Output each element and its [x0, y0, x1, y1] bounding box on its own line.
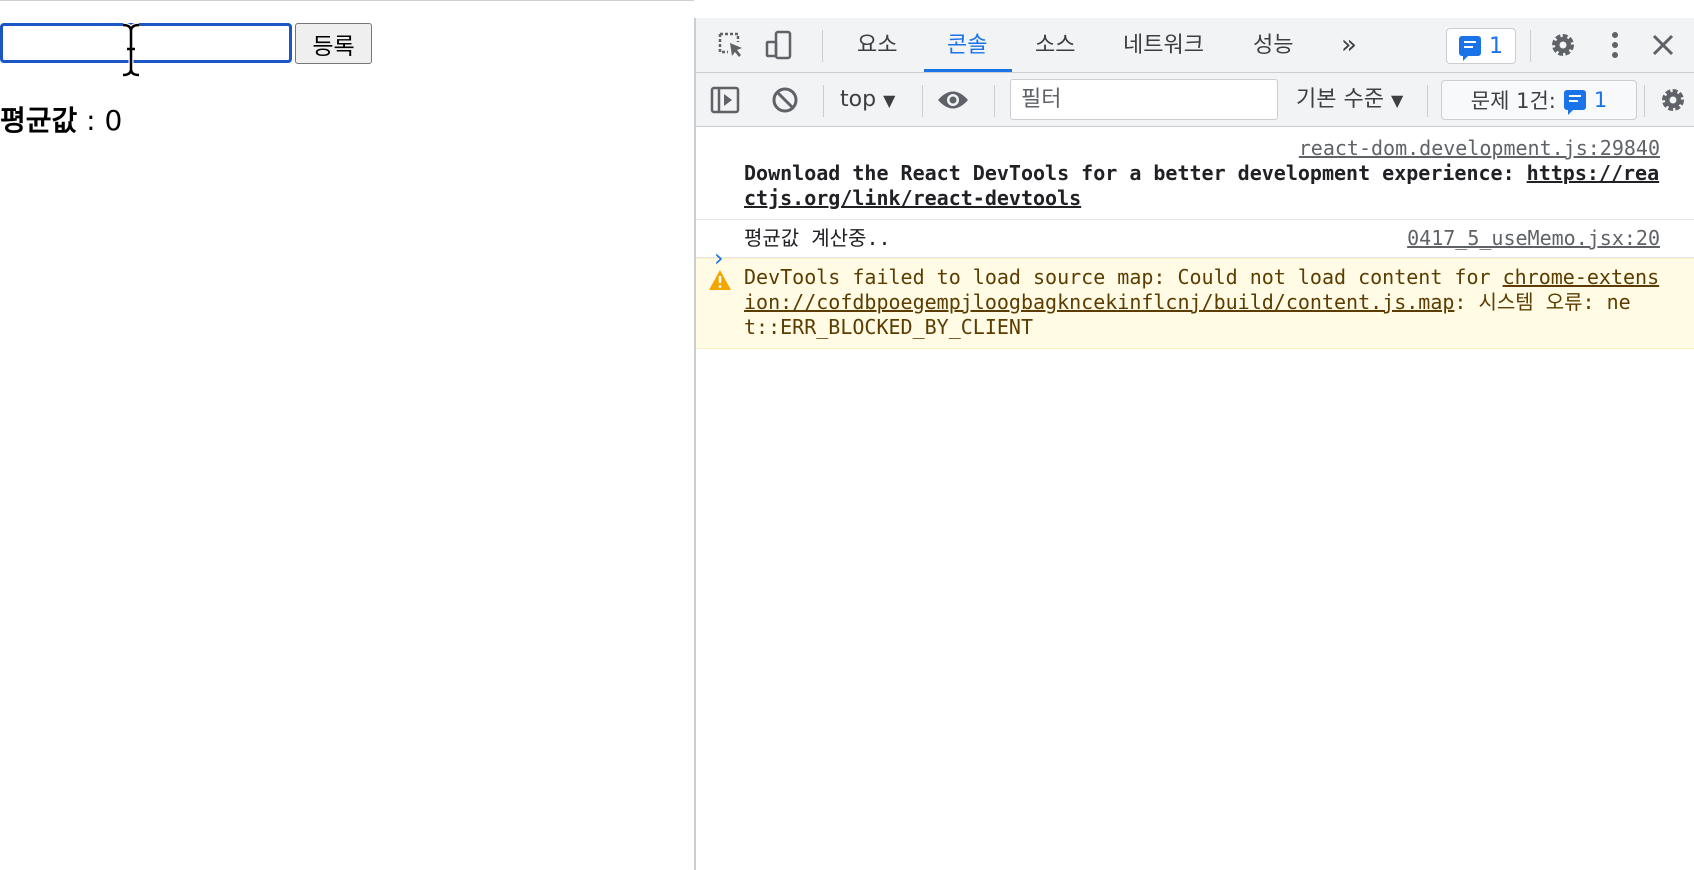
tab-elements[interactable]: 요소	[857, 18, 897, 73]
devtools-tabbar: 요소 콘솔 소스 네트워크 성능 » 1	[696, 18, 1694, 73]
console-message: react-dom.development.js:29840 Download …	[696, 128, 1694, 220]
console-message: 0417_5_useMemo.jsx:20 평균값 계산중..	[696, 220, 1694, 258]
log-level-select[interactable]: 기본 수준 ▼	[1296, 73, 1403, 127]
average-value: 0	[104, 104, 123, 137]
devtools-panel: 요소 콘솔 소스 네트워크 성능 » 1 top ▼ 필터 기본 수준 ▼ 문제…	[694, 18, 1694, 870]
inspect-element-icon[interactable]	[714, 28, 748, 62]
more-options-icon[interactable]	[1598, 28, 1632, 62]
console-output: react-dom.development.js:29840 Download …	[696, 128, 1694, 349]
sidebar-toggle-icon[interactable]	[708, 83, 742, 117]
issues-badge-count: 1	[1489, 33, 1503, 59]
number-input[interactable]	[0, 23, 292, 63]
average-separator: :	[77, 104, 105, 137]
close-icon[interactable]	[1646, 28, 1680, 62]
console-warning-message: DevTools failed to load source map: Coul…	[696, 258, 1694, 349]
active-tab-indicator	[924, 69, 1012, 72]
divider	[1427, 85, 1428, 117]
divider	[823, 85, 824, 117]
context-value: top	[840, 87, 877, 112]
console-toolbar: top ▼ 기본 수준 ▼ 문제 1건: 1	[696, 73, 1694, 127]
app-page: 등록 평균값 : 0	[0, 0, 694, 870]
message-text: Download the React DevTools for a better…	[744, 161, 1527, 185]
tab-console[interactable]: 콘솔	[947, 18, 987, 73]
message-icon	[1563, 90, 1586, 115]
console-prompt-icon[interactable]: ›	[714, 244, 724, 272]
log-level-value: 기본 수준	[1296, 87, 1384, 112]
divider	[994, 85, 995, 117]
average-display: 평균값 : 0	[0, 99, 122, 139]
message-source-link[interactable]: react-dom.development.js:29840	[744, 136, 1660, 161]
tab-performance[interactable]: 성능	[1253, 18, 1293, 73]
register-button[interactable]: 등록	[295, 23, 372, 64]
divider	[1530, 30, 1531, 62]
divider	[922, 85, 923, 117]
issues-count-button[interactable]: 문제 1건: 1	[1441, 80, 1637, 120]
settings-gear-icon[interactable]	[1546, 28, 1580, 62]
message-icon	[1459, 36, 1481, 61]
issues-label: 문제 1건:	[1470, 89, 1556, 113]
clear-console-icon[interactable]	[768, 83, 802, 117]
live-expression-eye-icon[interactable]	[936, 83, 970, 117]
dropdown-arrow-icon: ▼	[1390, 91, 1404, 110]
issues-count-value: 1	[1593, 88, 1608, 112]
average-label: 평균값	[0, 104, 78, 137]
divider	[1644, 85, 1645, 117]
message-text: 평균값 계산중..	[744, 226, 891, 250]
console-settings-gear-icon[interactable]	[1656, 83, 1690, 117]
context-select[interactable]: top ▼	[840, 73, 895, 127]
more-tabs-icon[interactable]: »	[1341, 18, 1357, 73]
tab-network[interactable]: 네트워크	[1123, 18, 1204, 73]
dropdown-arrow-icon: ▼	[883, 91, 896, 110]
device-toolbar-icon[interactable]	[762, 28, 796, 62]
warning-icon	[709, 270, 731, 290]
message-source-link[interactable]: 0417_5_useMemo.jsx:20	[1407, 226, 1660, 251]
issues-badge[interactable]: 1	[1446, 28, 1516, 64]
divider	[822, 30, 823, 62]
warning-text: DevTools failed to load source map: Coul…	[744, 265, 1503, 289]
filter-input[interactable]	[1010, 79, 1278, 120]
tab-sources[interactable]: 소스	[1035, 18, 1075, 73]
text-cursor-icon	[122, 23, 140, 77]
